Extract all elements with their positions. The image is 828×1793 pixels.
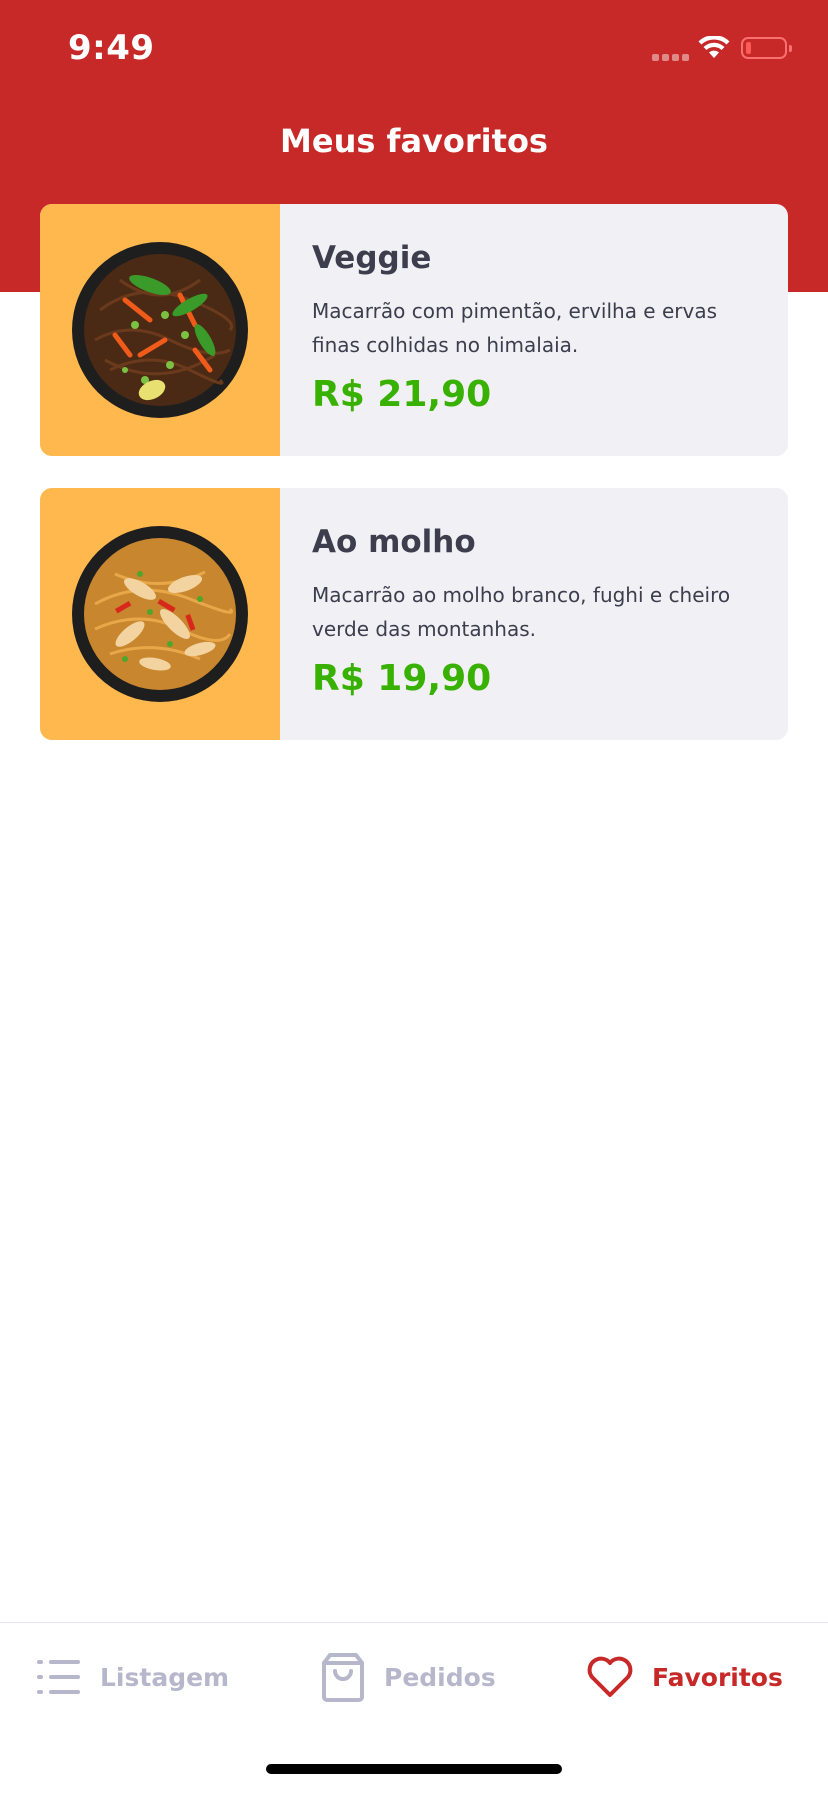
food-card[interactable]: Ao molho Macarrão ao molho branco, fughi… xyxy=(40,488,788,740)
page-title: Meus favoritos xyxy=(280,122,548,160)
food-image-container xyxy=(40,204,280,456)
home-indicator xyxy=(266,1764,562,1774)
food-description: Macarrão ao molho branco, fughi e cheiro… xyxy=(312,583,731,641)
food-price: R$ 21,90 xyxy=(312,374,492,415)
tab-listagem[interactable]: Listagem xyxy=(36,1649,229,1705)
status-time: 9:49 xyxy=(68,28,155,68)
food-price: R$ 19,90 xyxy=(312,658,492,699)
favorites-list: Veggie Macarrão com pimentão, ervilha e … xyxy=(40,204,788,772)
food-description: Macarrão com pimentão, ervilha e ervas f… xyxy=(312,299,718,357)
wifi-icon xyxy=(698,36,730,58)
shopping-bag-icon xyxy=(322,1653,364,1702)
tab-favoritos-label: Favoritos xyxy=(652,1662,783,1692)
list-icon xyxy=(37,1660,80,1694)
food-card[interactable]: Veggie Macarrão com pimentão, ervilha e … xyxy=(40,204,788,456)
food-title: Ao molho xyxy=(312,524,476,560)
battery-icon xyxy=(741,37,787,59)
food-title: Veggie xyxy=(312,240,432,276)
food-card-body: Ao molho Macarrão ao molho branco, fughi… xyxy=(280,488,788,740)
food-card-body: Veggie Macarrão com pimentão, ervilha e … xyxy=(280,204,788,456)
heart-icon xyxy=(587,1656,633,1697)
battery-cap xyxy=(789,45,792,52)
tab-favoritos[interactable]: Favoritos xyxy=(586,1649,783,1705)
tab-pedidos-label: Pedidos xyxy=(384,1662,496,1692)
veggie-noodles-image xyxy=(72,242,248,418)
tab-listagem-label: Listagem xyxy=(100,1662,230,1692)
tab-pedidos[interactable]: Pedidos xyxy=(320,1649,496,1705)
status-bar: 9:49 xyxy=(0,0,828,100)
food-image-container xyxy=(40,488,280,740)
cellular-signal-icon xyxy=(652,54,692,62)
chicken-noodles-image xyxy=(72,526,248,702)
